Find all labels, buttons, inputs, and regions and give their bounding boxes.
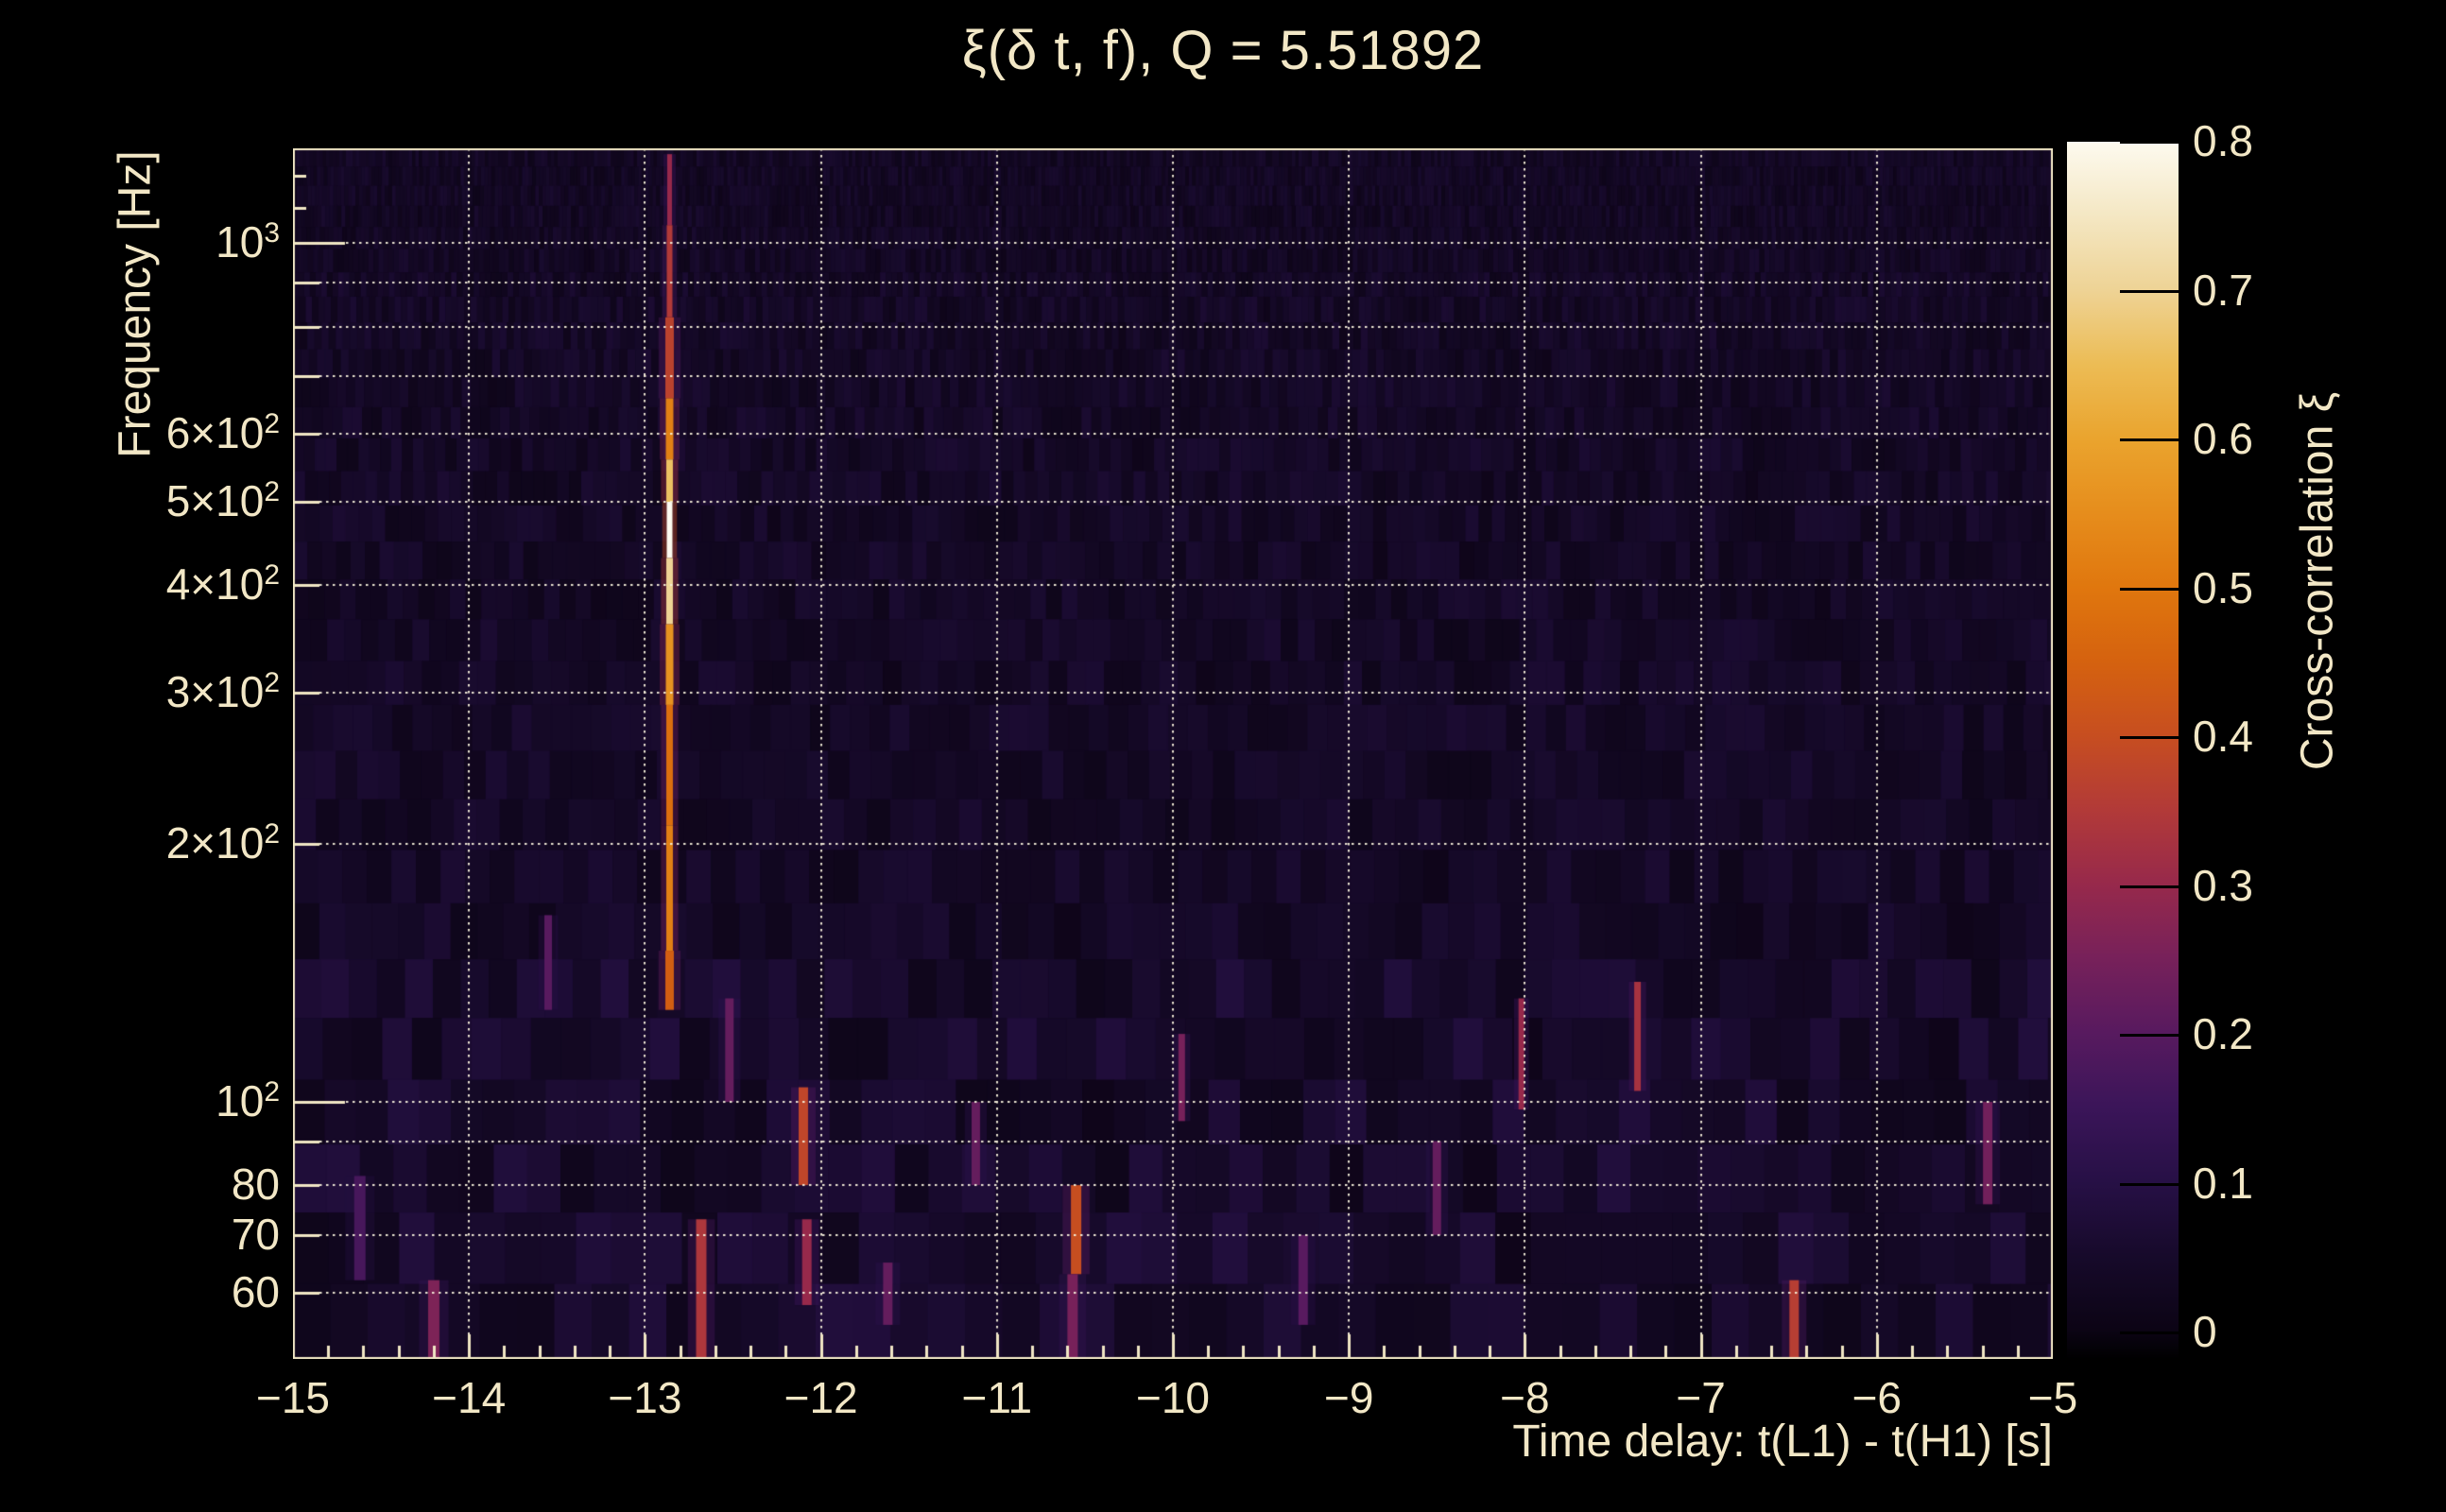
- x-tick-label: −6: [1852, 1373, 1903, 1422]
- colorbar-title: Cross-correlation ξ: [2292, 391, 2343, 771]
- colorbar-tick: [2120, 885, 2179, 888]
- x-tick-label: −12: [784, 1373, 858, 1422]
- x-tick-label: −11: [961, 1373, 1033, 1422]
- colorbar-tick: [2120, 1332, 2179, 1334]
- y-tick-label: 6×102: [165, 408, 280, 458]
- colorbar-tick-label: 0.2: [2193, 1009, 2253, 1058]
- y-tick-label: 102: [215, 1076, 280, 1126]
- x-tick-label: −5: [2027, 1373, 2078, 1422]
- chart-title: ξ(δ t, f), Q = 5.51892: [961, 20, 1485, 81]
- colorbar-tick: [2120, 141, 2179, 144]
- heatmap-canvas: [293, 148, 2053, 1359]
- x-tick-label: −13: [608, 1373, 682, 1422]
- colorbar-tick: [2120, 736, 2179, 739]
- y-tick-label: 80: [231, 1160, 280, 1210]
- x-tick-label: −7: [1676, 1373, 1726, 1422]
- colorbar-tick: [2120, 289, 2179, 293]
- y-tick-label: 3×102: [165, 666, 280, 716]
- colorbar-tick-label: 0.5: [2193, 562, 2253, 612]
- y-tick-label: 5×102: [165, 475, 280, 525]
- colorbar-tick-label: 0.6: [2193, 414, 2253, 463]
- x-tick-label: −14: [432, 1373, 507, 1422]
- y-tick-label: 103: [215, 217, 280, 267]
- colorbar-tick-label: 0.7: [2193, 265, 2253, 315]
- x-tick-label: −8: [1500, 1373, 1550, 1422]
- colorbar-tick: [2120, 1182, 2179, 1186]
- x-axis-title: Time delay: t(L1) - t(H1) [s]: [1512, 1417, 2053, 1467]
- y-tick-label: 60: [231, 1266, 280, 1316]
- colorbar-tick: [2120, 438, 2179, 441]
- colorbar-tick-label: 0.4: [2193, 712, 2253, 761]
- colorbar-tick-label: 0.8: [2193, 116, 2253, 165]
- figure-root: ξ(δ t, f), Q = 5.51892 Frequency [Hz] Ti…: [0, 0, 2446, 1512]
- colorbar-tick-label: 0: [2193, 1307, 2217, 1356]
- y-tick-label: 2×102: [165, 817, 280, 868]
- y-tick-label: 4×102: [165, 559, 280, 610]
- x-tick-label: −10: [1135, 1373, 1211, 1422]
- colorbar-tick: [2120, 1034, 2179, 1037]
- x-tick-label: −15: [255, 1373, 331, 1422]
- colorbar-gradient: [2067, 142, 2179, 1359]
- colorbar-tick-label: 0.1: [2193, 1158, 2253, 1208]
- colorbar-tick-label: 0.3: [2193, 860, 2253, 910]
- colorbar-tick: [2120, 587, 2179, 591]
- y-tick-label: 70: [231, 1209, 280, 1259]
- x-tick-label: −9: [1323, 1373, 1374, 1422]
